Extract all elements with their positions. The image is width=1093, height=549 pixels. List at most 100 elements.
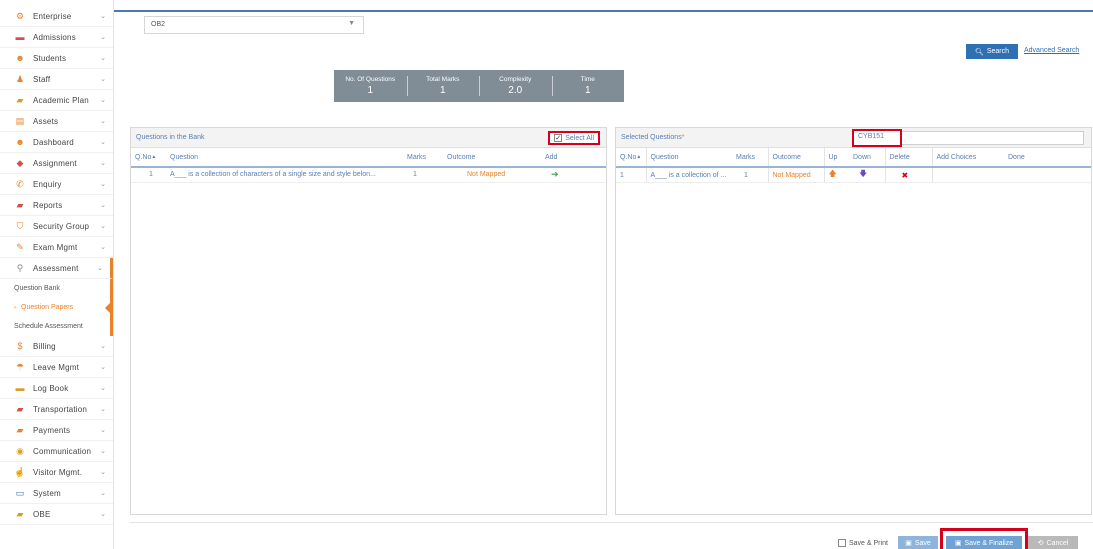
sidebar-item-transportation[interactable]: ▰ Transportation ⌄ [0,399,113,420]
question-stats-bar: No. Of Questions 1 Total Marks 1 Complex… [334,70,624,102]
chevron-down-icon: ⌄ [100,118,106,125]
save-button[interactable]: ▣ Save [898,536,938,549]
sidebar-subitem-question-bank[interactable]: Question Bank [0,279,113,298]
class-select[interactable]: OB2 ▼ [144,16,364,34]
paper-code-highlight: CYB151 [852,129,902,147]
move-down-button[interactable]: 🡇︎ [849,167,885,183]
table-header-row: Q.No▲ Question Marks Outcome Up Down Del… [616,148,1091,168]
sidebar-item-label: OBE [33,509,51,519]
sidebar-item-label: Staff [33,74,51,84]
add-choices-cell [931,167,1004,183]
sidebar-item-security-group[interactable]: ⛉ Security Group ⌄ [0,216,113,237]
footer-divider [130,522,1093,523]
sidebar-subitem-question-papers[interactable]: › Question Papers [0,298,113,317]
stat-value: 1 [584,85,591,96]
chevron-down-icon: ⌄ [100,34,106,41]
save-finalize-button[interactable]: ▣ Save & Finalize [946,536,1022,549]
top-bar [114,0,1093,10]
sidebar-item-exam-mgmt[interactable]: ✎ Exam Mgmt ⌄ [0,237,113,258]
table-icon: ▤ [15,116,25,126]
chevron-down-icon: ⌄ [100,55,106,62]
sidebar-item-assets[interactable]: ▤ Assets ⌄ [0,111,113,132]
arrow-down-icon: 🡇︎ [859,169,868,178]
sidebar-item-label: Admissions [33,32,76,42]
add-button[interactable]: ➔ [541,167,606,183]
save-button-label: Save [914,539,931,547]
column-qno[interactable]: Q.No▲ [616,148,646,168]
sidebar-subitem-schedule-assessment[interactable]: Schedule Assessment [0,317,113,336]
floppy-icon: ▣ [905,540,912,547]
search-button[interactable]: 🔍︎ Search [966,44,1018,59]
column-qno[interactable]: Q.No▲ [131,148,166,168]
column-marks: Marks [403,148,443,168]
save-print-checkbox[interactable]: Save & Print [838,539,888,547]
table-row: 1 A___ is a collection of ... 1 Not Mapp… [616,167,1091,183]
sidebar-item-students[interactable]: ☻ Students ⌄ [0,48,113,69]
stat-time: Time 1 [551,70,625,102]
sidebar-item-label: Security Group [33,221,90,231]
briefcase-icon: ▰ [16,425,24,435]
tag-icon: ◆ [16,158,24,168]
stat-title: Complexity [499,76,532,83]
book-icon: ▬ [15,383,25,393]
required-mark: * [681,134,685,141]
sidebar-item-assessment[interactable]: ⚲ Assessment ⌄ [0,258,113,279]
chevron-down-icon: ⌄ [100,97,106,104]
shield-icon: ⛉ [16,221,24,231]
column-add-choices: Add Choices [931,148,1004,168]
save-print-label: Save & Print [849,539,888,547]
chevron-down-icon: ⌄ [100,511,106,518]
sidebar-item-obe[interactable]: ▰ OBE ⌄ [0,504,113,525]
sidebar-item-assignment[interactable]: ◆ Assignment ⌄ [0,153,113,174]
column-outcome: Outcome [767,148,824,168]
chevron-down-icon: ⌄ [100,343,106,350]
sidebar-item-billing[interactable]: $ Billing ⌄ [0,336,113,357]
sidebar-item-payments[interactable]: ▰ Payments ⌄ [0,420,113,441]
sidebar-item-log-book[interactable]: ▬ Log Book ⌄ [0,378,113,399]
sidebar-item-reports[interactable]: ▰ Reports ⌄ [0,195,113,216]
paper-code-input[interactable]: CYB151 [852,129,1084,147]
sidebar-item-system[interactable]: ▭ System ⌄ [0,483,113,504]
row-outcome: Not Mapped [767,167,824,183]
stat-title: Time [580,76,595,83]
stat-value: 1 [367,85,374,96]
sidebar-item-dashboard[interactable]: ☻ Dashboard ⌄ [0,132,113,153]
column-add: Add [541,148,606,168]
sidebar-item-label: Transportation [33,404,88,414]
question-bank-panel: Questions in the Bank ✓ Select All Q.No▲… [130,127,607,515]
selected-questions-table: Q.No▲ Question Marks Outcome Up Down Del… [616,148,1091,183]
users-icon: ☻ [15,53,25,63]
stat-total-marks: Total Marks 1 [406,70,480,102]
done-cell [1004,167,1091,183]
sidebar-item-academic-plan[interactable]: ▰ Academic Plan ⌄ [0,90,113,111]
save-finalize-label: Save & Finalize [964,539,1014,547]
chevron-down-icon: ⌄ [100,406,106,413]
sidebar-item-leave-mgmt[interactable]: ☂ Leave Mgmt ⌄ [0,357,113,378]
delete-button[interactable]: ✖ [884,167,932,183]
monitor-icon: ▭ [15,488,25,498]
sidebar-item-admissions[interactable]: ▬ Admissions ⌄ [0,27,113,48]
class-select-value: OB2 [151,21,166,28]
move-up-button[interactable]: 🡅︎ [823,167,849,183]
sidebar-item-label: Dashboard [33,137,74,147]
row-question: A___ is a collection of ... [645,167,732,183]
sidebar-item-label: System [33,488,61,498]
selected-questions-panel: Selected Questions* CYB151 Q.No▲ Questio… [615,127,1092,515]
sidebar-item-communication[interactable]: ◉ Communication ⌄ [0,441,113,462]
chevron-down-icon: ⌄ [100,448,106,455]
sidebar-item-label: Visitor Mgmt. [33,467,83,477]
select-all-checkbox[interactable]: ✓ Select All [548,131,600,145]
sidebar-item-staff[interactable]: ♟ Staff ⌄ [0,69,113,90]
column-question: Question [645,148,732,168]
sidebar-item-enquiry[interactable]: ✆ Enquiry ⌄ [0,174,113,195]
sidebar-item-label: Exam Mgmt [33,242,78,252]
gears-icon: ⚙ [15,11,25,21]
advanced-search-link[interactable]: Advanced Search [1024,47,1079,54]
sidebar-item-enterprise[interactable]: ⚙ Enterprise ⌄ [0,6,113,27]
chevron-down-icon: ⌄ [100,490,106,497]
arrow-up-icon: 🡅︎ [828,169,837,178]
cancel-button-label: Cancel [1046,539,1069,547]
chevron-down-icon: ⌄ [100,13,106,20]
cancel-button[interactable]: ⟲ Cancel [1028,536,1078,549]
sidebar-item-visitor-mgmt[interactable]: ☝ Visitor Mgmt. ⌄ [0,462,113,483]
